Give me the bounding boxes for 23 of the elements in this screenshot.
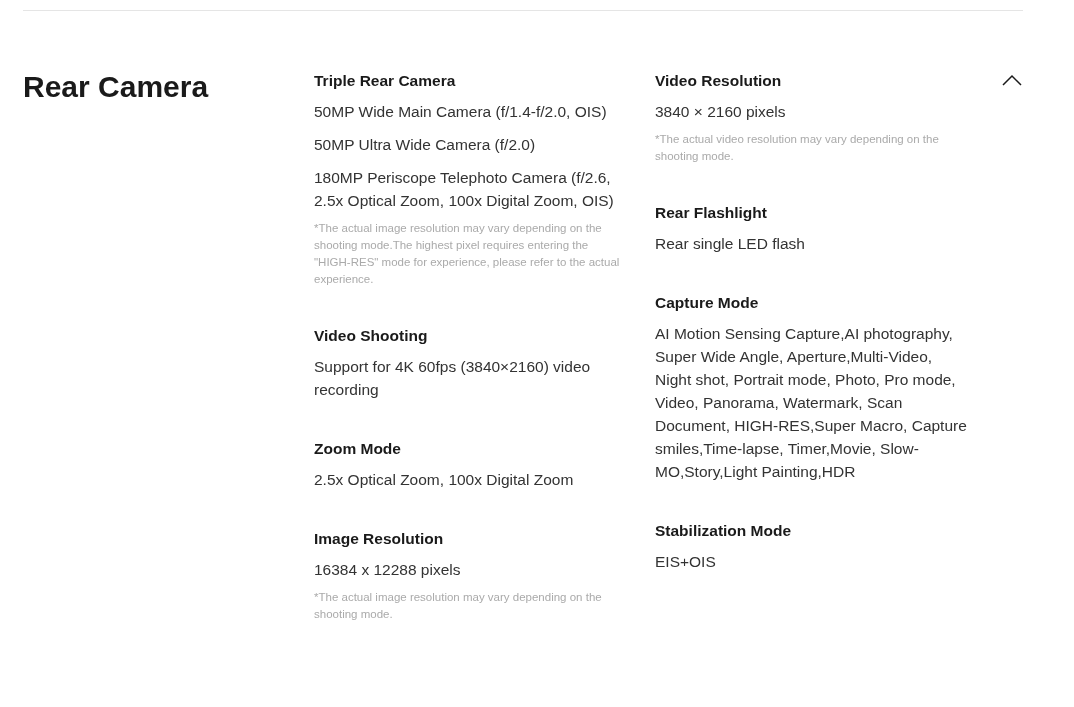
spec-value: Rear single LED flash bbox=[655, 234, 806, 254]
spec-title: Triple Rear Camera bbox=[314, 71, 457, 91]
chevron-up-icon bbox=[1002, 74, 1022, 86]
spec-title: Image Resolution bbox=[314, 529, 445, 549]
spec-note: *The actual image resolution may vary depending on the shooting mode. bbox=[314, 590, 603, 622]
section-title: Rear Camera bbox=[23, 69, 210, 105]
spec-value: Support for 4K 60fps (3840×2160) video recording bbox=[314, 357, 592, 400]
spec-title: Video Resolution bbox=[655, 71, 783, 91]
spec-value: AI Motion Sensing Capture,AI photography, Super Wide Angle, Aperture,Multi-Video, Night shot, Portrait mode, Photo, Pro mode, Video, Panorama, Watermark, Scan Document, HIGH-RES,Super Macro, Capture smiles,Time-lapse, Timer,Movie, Slow-MO,Story,Light Painting,HDR bbox=[655, 324, 968, 482]
spec-title: Video Shooting bbox=[314, 326, 429, 346]
spec-title: Zoom Mode bbox=[314, 439, 402, 459]
spec-value: 50MP Wide Main Camera (f/1.4-f/2.0, OIS) bbox=[314, 102, 608, 122]
spec-value: 2.5x Optical Zoom, 100x Digital Zoom bbox=[314, 470, 575, 490]
spec-value: 16384 x 12288 pixels bbox=[314, 560, 462, 580]
spec-value: 180MP Periscope Telephoto Camera (f/2.6, 2.5x Optical Zoom, 100x Digital Zoom, OIS) bbox=[314, 168, 615, 211]
spec-value: 50MP Ultra Wide Camera (f/2.0) bbox=[314, 135, 537, 155]
spec-value: 3840 × 2160 pixels bbox=[655, 102, 787, 122]
spec-note: *The actual video resolution may vary depending on the shooting mode. bbox=[655, 132, 940, 164]
spec-title: Capture Mode bbox=[655, 293, 760, 313]
spec-title: Rear Flashlight bbox=[655, 203, 768, 223]
spec-note: *The actual image resolution may vary depending on the shooting mode.The highest pixel requires entering the "HIGH-RES" mode for experience, please refer to the actual experience. bbox=[314, 221, 621, 287]
spec-title: Stabilization Mode bbox=[655, 521, 793, 541]
spec-value: EIS+OIS bbox=[655, 552, 717, 572]
